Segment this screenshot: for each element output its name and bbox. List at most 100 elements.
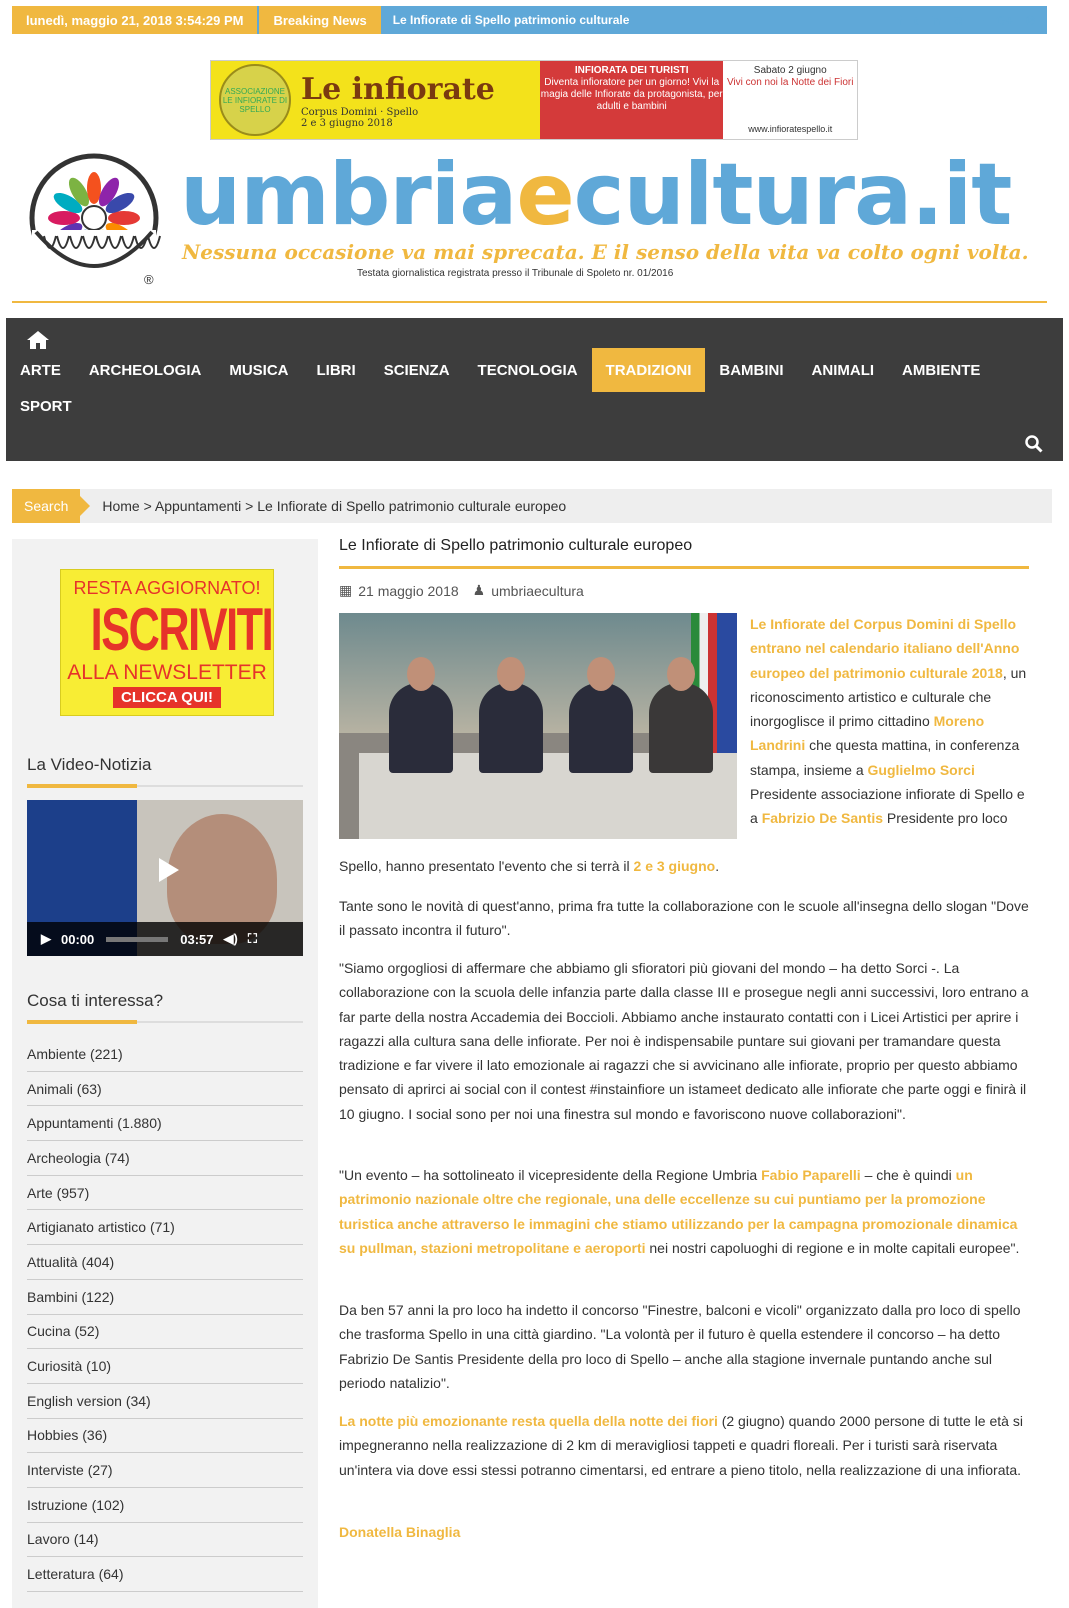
play-icon[interactable] <box>147 850 187 890</box>
article-photo[interactable] <box>339 613 737 839</box>
article-title: Le Infiorate di Spello patrimonio cultur… <box>339 537 693 554</box>
site-title[interactable]: umbriaecultura.it <box>180 145 1013 245</box>
category-item[interactable]: Artigianato artistico (71) <box>27 1210 303 1246</box>
nav-item-archeologia[interactable]: ARCHEOLOGIA <box>75 348 216 392</box>
video-progress-bar[interactable] <box>106 936 169 942</box>
category-item[interactable]: Archeologia (74) <box>27 1141 303 1176</box>
logo-petal <box>87 172 101 204</box>
person-link-sorci[interactable]: Guglielmo Sorci <box>868 762 975 778</box>
infiorate-logo-subtitle: Corpus Domini <box>301 106 377 118</box>
play-button-icon[interactable]: ▶ <box>41 931 51 947</box>
site-title-part3: cultura.it <box>573 145 1013 245</box>
article-date[interactable]: 21 maggio 2018 <box>358 583 458 599</box>
search-label[interactable]: Search <box>12 489 91 523</box>
banner-date-panel: Sabato 2 giugno Vivi con noi la Notte de… <box>723 61 858 139</box>
article-highlight-2: La notte più emozionante resta quella de… <box>339 1413 718 1429</box>
event-dates[interactable]: 2 e 3 giugno <box>634 858 716 874</box>
article-paragraph-4: "Un evento – ha sottolineato il vicepres… <box>339 1163 1029 1260</box>
linkedin-icon[interactable]: in <box>930 13 942 28</box>
nav-item-animali[interactable]: ANIMALI <box>798 348 889 392</box>
category-item[interactable]: Hobbies (36) <box>27 1419 303 1454</box>
banner-promo-panel: INFIORATA DEI TURISTI Diventa infiorator… <box>539 61 724 139</box>
infiorate-logo-place: Spello <box>386 106 419 118</box>
article-p1-text-f: . <box>715 858 720 874</box>
photo-person-1 <box>389 683 453 773</box>
masthead-divider <box>12 301 1047 303</box>
main-navigation: ARTE ARCHEOLOGIA MUSICA LIBRI SCIENZA TECNOLO… <box>6 318 1063 461</box>
breaking-news-ticker[interactable]: Le Infiorate di Spello patrimonio cultur… <box>381 13 681 27</box>
twitter-icon[interactable]: t <box>914 13 918 28</box>
breadcrumb[interactable]: Home > Appuntamenti > Le Infiorate di Sp… <box>102 498 566 514</box>
banner-ad[interactable]: ASSOCIAZIONE LE INFIORATE DI SPELLO Le i… <box>210 60 858 140</box>
category-item[interactable]: Attualità (404) <box>27 1245 303 1280</box>
registered-mark: ® <box>144 272 154 287</box>
category-item[interactable]: Lavoro (14) <box>27 1523 303 1558</box>
category-item[interactable]: English version (34) <box>27 1384 303 1419</box>
breadcrumb-bar: Search Home > Appuntamenti > Le Infiorat… <box>12 489 1052 523</box>
nav-item-tecnologia[interactable]: TECNOLOGIA <box>464 348 592 392</box>
person-link-paparelli[interactable]: Fabio Paparelli <box>761 1167 861 1183</box>
video-controls: ▶ 00:00 03:57 ◀) ⛶ <box>27 922 303 956</box>
nav-item-tradizioni[interactable]: TRADIZIONI <box>591 348 706 392</box>
nav-item-ambiente[interactable]: AMBIENTE <box>888 348 994 392</box>
infiorate-logo: Le infiorate Corpus Domini · Spello 2 e … <box>301 71 495 129</box>
category-item[interactable]: Letteratura (64) <box>27 1557 303 1592</box>
photo-person-2 <box>479 683 543 773</box>
instagram-icon[interactable]: ◙ <box>954 13 962 28</box>
breaking-news-label: Breaking News <box>259 6 381 34</box>
site-title-part1: umbria <box>180 145 517 245</box>
person-link-desantis[interactable]: Fabrizio De Santis <box>762 810 883 826</box>
photo-head-1 <box>407 657 435 691</box>
registration-note: Testata giornalistica registrata presso … <box>357 268 674 279</box>
newsletter-line3: ALLA NEWSLETTER <box>67 661 267 684</box>
video-player[interactable]: ▶ 00:00 03:57 ◀) ⛶ <box>27 800 303 956</box>
category-item[interactable]: Appuntamenti (1.880) <box>27 1106 303 1142</box>
infiorate-logo-dates: 2 e 3 giugno 2018 <box>301 117 393 129</box>
facebook-icon[interactable]: f <box>898 13 902 28</box>
google-plus-icon[interactable]: G+ <box>996 13 1014 28</box>
category-item[interactable]: Bambini (122) <box>27 1280 303 1315</box>
category-item[interactable]: Curiosità (10) <box>27 1349 303 1384</box>
category-item[interactable]: Arte (957) <box>27 1176 303 1211</box>
search-icon[interactable] <box>1025 435 1043 453</box>
category-item[interactable]: Animali (63) <box>27 1072 303 1107</box>
article-p1-text-e: Spello, hanno presentato l'evento che si… <box>339 858 634 874</box>
category-item[interactable]: Ambiente (221) <box>27 1037 303 1072</box>
pinterest-icon[interactable]: ℗ <box>1025 13 1035 28</box>
video-duration: 03:57 <box>180 931 214 947</box>
photo-person-3 <box>569 683 633 773</box>
article-signature[interactable]: Donatella Binaglia <box>339 1520 460 1544</box>
video-section-title: La Video-Notizia <box>27 755 152 774</box>
user-icon: ♟ <box>472 582 486 598</box>
article-p4-text-a: "Un evento – ha sottolineato il vicepres… <box>339 1167 762 1183</box>
article-p4-text-b: – che è quindi <box>860 1167 956 1183</box>
article-paragraph-1: Le Infiorate del Corpus Domini di Spello… <box>750 612 1030 831</box>
nav-item-sport[interactable]: SPORT <box>6 384 86 428</box>
home-icon[interactable] <box>26 330 50 350</box>
newsletter-banner[interactable]: RESTA AGGIORNATO! ISCRIVITI ALLA NEWSLET… <box>60 569 274 716</box>
photo-person-4 <box>649 683 713 773</box>
site-title-part2: e <box>516 145 574 245</box>
article-paragraph-1-end: Spello, hanno presentato l'evento che si… <box>339 854 1029 878</box>
fullscreen-icon[interactable]: ⛶ <box>248 931 257 947</box>
current-date: lunedì, maggio 21, 2018 3:54:29 PM <box>12 6 258 34</box>
category-item[interactable]: Interviste (27) <box>27 1453 303 1488</box>
top-bar: lunedì, maggio 21, 2018 3:54:29 PM Break… <box>12 6 1047 34</box>
article-title-underline <box>339 566 1029 569</box>
newsletter-cta[interactable]: CLICCA QUI! <box>113 687 221 708</box>
photo-head-3 <box>587 657 615 691</box>
category-item[interactable]: Istruzione (102) <box>27 1488 303 1523</box>
article-author[interactable]: umbriaecultura <box>491 583 584 599</box>
nav-item-bambini[interactable]: BAMBINI <box>705 348 797 392</box>
logo-petal <box>48 211 80 225</box>
nav-item-libri[interactable]: LIBRI <box>303 348 370 392</box>
youtube-icon[interactable]: ▶ <box>974 12 984 28</box>
site-logo-icon[interactable]: ® <box>24 150 174 290</box>
category-item[interactable]: Cucina (52) <box>27 1315 303 1350</box>
article-lead[interactable]: Le Infiorate del Corpus Domini di Spello… <box>750 616 1019 681</box>
video-title-underline <box>27 784 303 788</box>
nav-item-scienza[interactable]: SCIENZA <box>370 348 464 392</box>
nav-item-musica[interactable]: MUSICA <box>215 348 302 392</box>
volume-icon[interactable]: ◀) <box>224 931 238 947</box>
calendar-icon: ▦ <box>339 582 353 598</box>
